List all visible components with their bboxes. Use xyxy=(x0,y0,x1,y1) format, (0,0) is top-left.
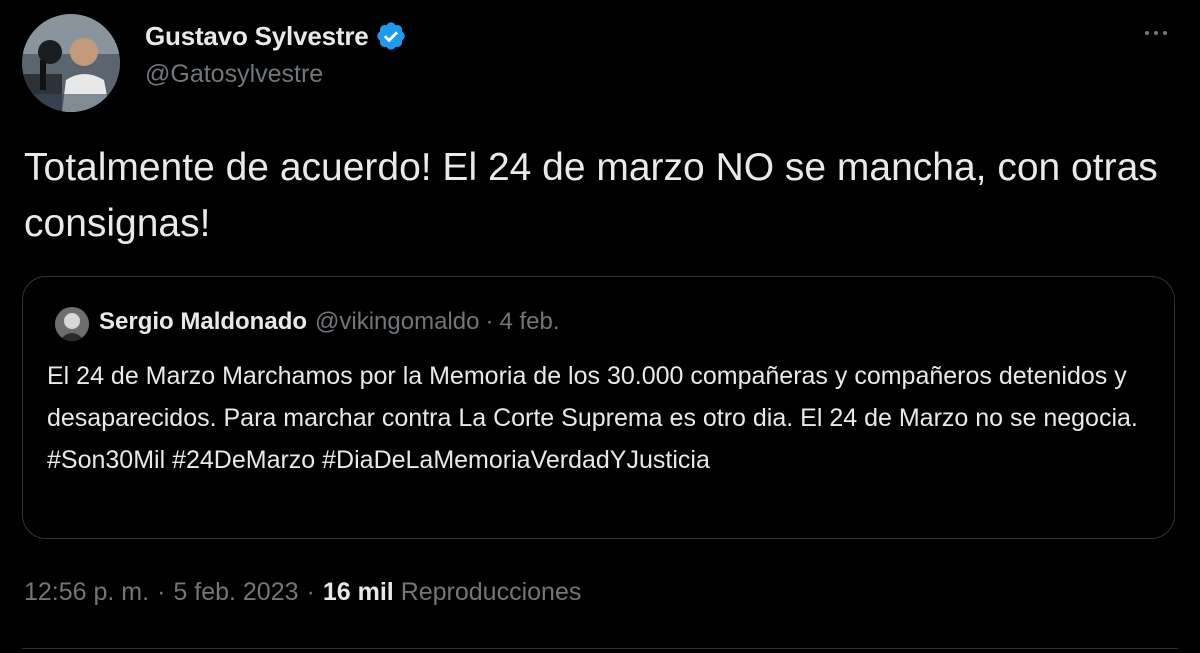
more-options-icon[interactable] xyxy=(1138,18,1174,48)
header-separator: · xyxy=(485,308,494,335)
footer-separator-2: · xyxy=(306,578,315,606)
author-handle[interactable]: @Gatosylvestre xyxy=(145,60,323,89)
tweet-card: Gustavo Sylvestre @Gatosylvestre Totalme… xyxy=(0,0,1200,653)
quoted-tweet-text: El 24 de Marzo Marchamos por la Memoria … xyxy=(47,362,1138,474)
quoted-tweet-date[interactable]: 4 feb. xyxy=(499,308,559,335)
tweet-text: Totalmente de acuerdo! El 24 de marzo NO… xyxy=(24,146,1158,245)
quoted-author-handle[interactable]: @vikingomaldo xyxy=(315,308,479,335)
author-name[interactable]: Gustavo Sylvestre xyxy=(145,21,369,52)
divider xyxy=(22,648,1178,649)
tweet-footer: 12:56 p. m. · 5 feb. 2023 · 16 mil Reproducc… xyxy=(24,578,581,607)
quoted-tweet[interactable]: Sergio Maldonado @vikingomaldo · 4 feb. El … xyxy=(22,276,1175,539)
quoted-author-name[interactable]: Sergio Maldonado xyxy=(99,308,307,335)
views-label: Reproducciones xyxy=(400,578,582,606)
author-name-row: Gustavo Sylvestre xyxy=(145,16,407,56)
verified-badge-icon xyxy=(376,22,405,50)
tweet-date[interactable]: 5 feb. 2023 xyxy=(173,578,298,606)
author-avatar[interactable] xyxy=(22,14,120,112)
tweet-time[interactable]: 12:56 p. m. xyxy=(24,578,149,606)
quoted-tweet-header: Sergio Maldonado @vikingomaldo · 4 feb. xyxy=(99,308,560,336)
footer-separator: · xyxy=(157,578,166,606)
quoted-author-avatar[interactable] xyxy=(55,307,89,341)
views-count: 16 mil xyxy=(322,578,394,606)
